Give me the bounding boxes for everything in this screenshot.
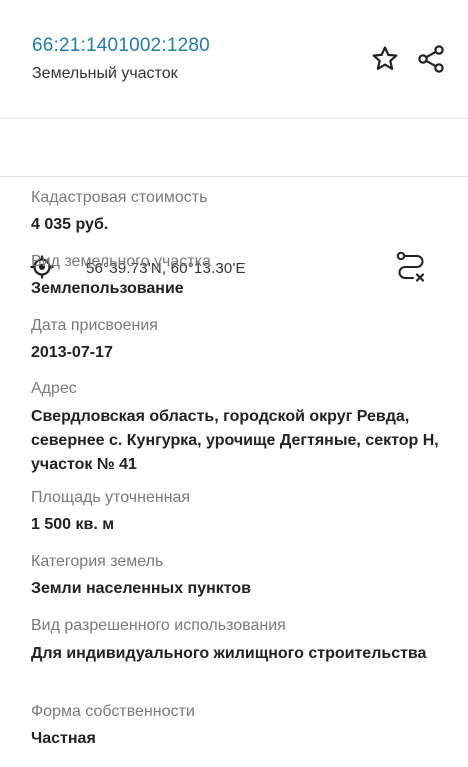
field-permitted-use: Вид разрешенного использования Для индив… xyxy=(31,616,452,666)
field-label: Дата присвоения xyxy=(31,317,158,334)
field-label: Категория земель xyxy=(31,553,164,570)
field-label: Площадь уточненная xyxy=(31,489,191,506)
field-value: 4 035 руб. xyxy=(31,216,109,233)
field-ownership-form: Форма собственности Частная xyxy=(31,702,452,750)
object-type-label: Земельный участок xyxy=(32,65,178,82)
field-label: Кадастровая стоимость xyxy=(31,189,208,206)
field-value: 1 500 кв. м xyxy=(31,516,115,533)
field-label: Форма собственности xyxy=(31,703,195,720)
cadastral-number-link[interactable]: 66:21:1401002:1280 xyxy=(32,35,210,57)
field-value: Для индивидуального жилищного строительс… xyxy=(31,645,427,662)
field-value: Частная xyxy=(31,730,96,747)
field-assignment-date: Дата присвоения 2013-07-17 xyxy=(31,316,452,364)
field-label: Вид разрешенного использования xyxy=(31,617,286,634)
field-parcel-kind: Вид земельного участка Землепользование xyxy=(31,252,452,300)
field-area: Площадь уточненная 1 500 кв. м xyxy=(31,488,452,536)
field-value: Землепользование xyxy=(31,280,184,297)
object-header: 66:21:1401002:1280 Земельный участок xyxy=(0,0,468,119)
share-icon[interactable] xyxy=(416,44,446,74)
field-label: Адрес xyxy=(31,380,77,397)
coordinates-row: 56°39.73'N, 60°13.30'E xyxy=(0,119,468,282)
star-icon[interactable] xyxy=(370,44,400,74)
field-value: Свердловская область, городской округ Ре… xyxy=(31,408,439,473)
field-address: Адрес Свердловская область, городской ок… xyxy=(31,379,452,477)
field-land-category: Категория земель Земли населенных пункто… xyxy=(31,552,452,600)
field-label: Вид земельного участка xyxy=(31,253,211,270)
field-cadastral-value: Кадастровая стоимость 4 035 руб. xyxy=(31,188,452,236)
field-value: Земли населенных пунктов xyxy=(31,580,252,597)
field-value: 2013-07-17 xyxy=(31,344,113,361)
